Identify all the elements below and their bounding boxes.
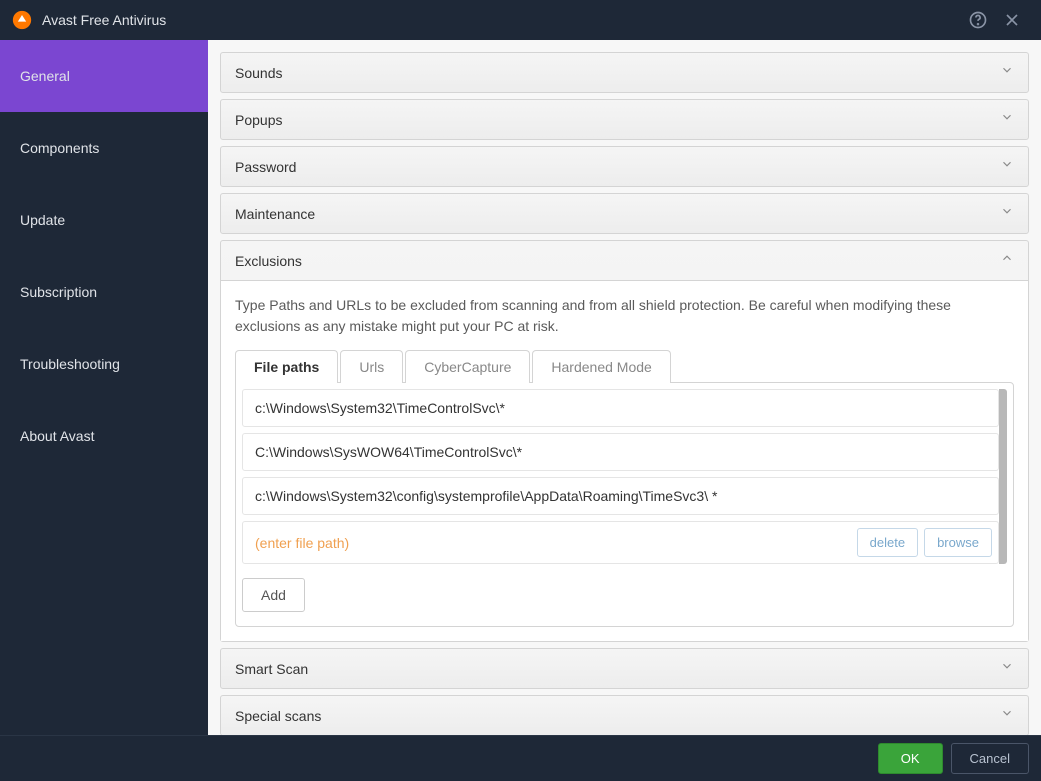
- ok-button[interactable]: OK: [878, 743, 943, 774]
- titlebar: Avast Free Antivirus: [0, 0, 1041, 40]
- sidebar-item-label: Update: [20, 212, 65, 228]
- chevron-down-icon: [1000, 110, 1014, 129]
- chevron-down-icon: [1000, 706, 1014, 725]
- sidebar-item-label: General: [20, 68, 70, 84]
- tab-urls[interactable]: Urls: [340, 350, 403, 383]
- sidebar-item-about[interactable]: About Avast: [0, 400, 208, 472]
- new-path-row: delete browse: [242, 521, 999, 564]
- exclusions-description: Type Paths and URLs to be excluded from …: [235, 295, 1014, 337]
- tab-file-paths[interactable]: File paths: [235, 350, 338, 383]
- sidebar: General Components Update Subscription T…: [0, 40, 208, 735]
- sidebar-item-label: Subscription: [20, 284, 97, 300]
- section-title: Maintenance: [235, 206, 315, 222]
- section-exclusions-header[interactable]: Exclusions: [221, 241, 1028, 280]
- footer: OK Cancel: [0, 735, 1041, 781]
- avast-logo-icon: [12, 10, 32, 30]
- section-title: Sounds: [235, 65, 282, 81]
- section-exclusions: Exclusions Type Paths and URLs to be exc…: [220, 240, 1029, 642]
- tab-hardened-mode[interactable]: Hardened Mode: [532, 350, 670, 383]
- file-paths-panel: c:\Windows\System32\TimeControlSvc\* C:\…: [235, 382, 1014, 627]
- path-row[interactable]: c:\Windows\System32\TimeControlSvc\*: [242, 389, 999, 427]
- section-popups[interactable]: Popups: [220, 99, 1029, 140]
- section-smart-scan[interactable]: Smart Scan: [220, 648, 1029, 689]
- sidebar-item-label: Components: [20, 140, 99, 156]
- path-input[interactable]: [249, 531, 851, 555]
- window-title: Avast Free Antivirus: [42, 12, 961, 28]
- browse-button[interactable]: browse: [924, 528, 992, 557]
- section-maintenance[interactable]: Maintenance: [220, 193, 1029, 234]
- sidebar-item-general[interactable]: General: [0, 40, 208, 112]
- exclusions-body: Type Paths and URLs to be excluded from …: [221, 280, 1028, 641]
- section-title: Password: [235, 159, 296, 175]
- content-area: Sounds Popups Password Maintenance Exclu…: [208, 40, 1041, 735]
- sidebar-item-update[interactable]: Update: [0, 184, 208, 256]
- sidebar-item-label: Troubleshooting: [20, 356, 120, 372]
- chevron-down-icon: [1000, 204, 1014, 223]
- section-title: Popups: [235, 112, 282, 128]
- section-title: Smart Scan: [235, 661, 308, 677]
- chevron-down-icon: [1000, 63, 1014, 82]
- delete-button[interactable]: delete: [857, 528, 918, 557]
- section-sounds[interactable]: Sounds: [220, 52, 1029, 93]
- section-title: Special scans: [235, 708, 321, 724]
- chevron-up-icon: [1000, 251, 1014, 270]
- sidebar-item-components[interactable]: Components: [0, 112, 208, 184]
- exclusions-tabs: File paths Urls CyberCapture Hardened Mo…: [235, 349, 1014, 382]
- add-button[interactable]: Add: [242, 578, 305, 612]
- section-title: Exclusions: [235, 253, 302, 269]
- path-row[interactable]: c:\Windows\System32\config\systemprofile…: [242, 477, 999, 515]
- path-row[interactable]: C:\Windows\SysWOW64\TimeControlSvc\*: [242, 433, 999, 471]
- close-icon[interactable]: [995, 3, 1029, 37]
- path-list: c:\Windows\System32\TimeControlSvc\* C:\…: [242, 389, 1007, 564]
- help-icon[interactable]: [961, 3, 995, 37]
- section-password[interactable]: Password: [220, 146, 1029, 187]
- chevron-down-icon: [1000, 659, 1014, 678]
- sidebar-item-label: About Avast: [20, 428, 94, 444]
- section-special-scans[interactable]: Special scans: [220, 695, 1029, 735]
- sidebar-item-subscription[interactable]: Subscription: [0, 256, 208, 328]
- tab-cybercapture[interactable]: CyberCapture: [405, 350, 530, 383]
- cancel-button[interactable]: Cancel: [951, 743, 1029, 774]
- chevron-down-icon: [1000, 157, 1014, 176]
- sidebar-item-troubleshooting[interactable]: Troubleshooting: [0, 328, 208, 400]
